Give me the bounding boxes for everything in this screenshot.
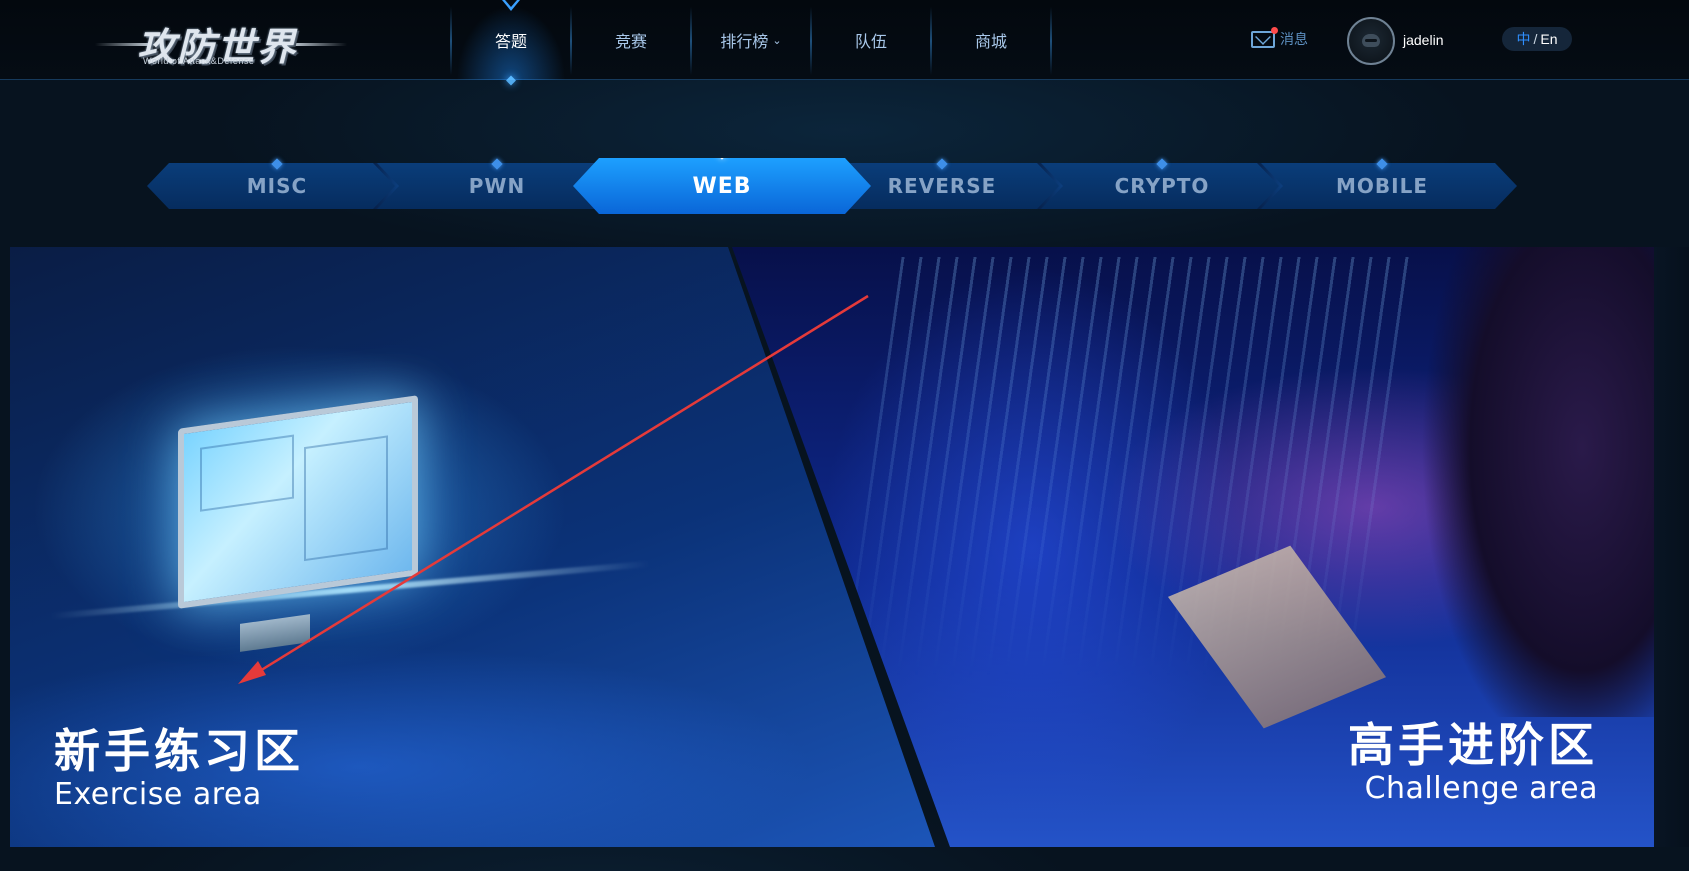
tab-web[interactable]: WEB — [573, 158, 871, 214]
nav-item-leaderboard[interactable]: 排行榜 ⌄ — [692, 0, 810, 80]
tab-mobile[interactable]: MOBILE — [1272, 158, 1492, 209]
messages-link[interactable]: 消息 — [1251, 26, 1308, 49]
nav-item-label: 竞赛 — [614, 34, 647, 51]
user-menu[interactable]: jadelin — [1347, 17, 1443, 65]
site-logo[interactable]: 攻防世界 World of Attack&Defense — [95, 14, 347, 70]
lang-zh-option[interactable]: 中 — [1516, 29, 1530, 49]
tab-diamond-icon — [491, 158, 503, 170]
tab-misc[interactable]: MISC — [167, 158, 387, 209]
top-navigation-bar: 攻防世界 World of Attack&Defense 答题 竞赛 排行榜 ⌄… — [0, 0, 1689, 86]
lang-separator: / — [1533, 31, 1538, 47]
nav-item-label: 队伍 — [854, 34, 887, 51]
tab-diamond-icon — [936, 158, 948, 170]
tab-crypto[interactable]: CRYPTO — [1052, 158, 1272, 209]
language-switcher[interactable]: 中 / En — [1502, 27, 1572, 51]
nav-item-label: 排行榜 — [720, 34, 769, 51]
ninja-face-icon — [1362, 34, 1380, 47]
tab-label: PWN — [468, 174, 526, 198]
challenge-area-title-en: Challenge area — [1364, 771, 1598, 806]
tab-label: MOBILE — [1336, 174, 1428, 198]
mail-icon — [1251, 26, 1278, 48]
tab-label: REVERSE — [887, 174, 997, 198]
messages-label: 消息 — [1280, 31, 1308, 47]
avatar-icon[interactable] — [1347, 17, 1395, 65]
logo-wing-right — [289, 43, 347, 46]
nav-item-label: 商城 — [974, 34, 1007, 51]
challenge-area-title-cn: 高手进阶区 — [1348, 718, 1598, 772]
nav-item-team[interactable]: 队伍 — [812, 0, 930, 80]
hooded-hacker-illustration — [1422, 247, 1654, 717]
tab-label: CRYPTO — [1114, 174, 1210, 198]
tab-label: WEB — [692, 173, 752, 199]
nav-item-competition[interactable]: 竞赛 — [572, 0, 690, 80]
nav-item-answer[interactable]: 答题 — [452, 0, 570, 86]
nav-item-label: 答题 — [494, 34, 527, 51]
nav-item-shop[interactable]: 商城 — [932, 0, 1050, 80]
active-nav-marker-icon — [502, 0, 520, 11]
tab-reverse[interactable]: REVERSE — [832, 158, 1052, 209]
area-panels: 新手练习区 Exercise area 高手进阶区 Challenge area — [10, 247, 1654, 847]
right-edge-strip — [1654, 247, 1689, 847]
chevron-down-icon: ⌄ — [772, 34, 782, 47]
main-nav: 答题 竞赛 排行榜 ⌄ 队伍 商城 — [450, 0, 1052, 86]
exercise-area-title-cn: 新手练习区 — [54, 724, 304, 778]
category-tabs: MISC PWN WEB REVERSE CRYPTO MOBILE — [147, 158, 1517, 214]
tab-diamond-icon — [271, 158, 283, 170]
computer-monitor-illustration — [178, 395, 418, 609]
lang-en-option[interactable]: En — [1540, 31, 1557, 47]
tab-diamond-icon — [1156, 158, 1168, 170]
nav-separator — [1050, 7, 1052, 75]
tab-diamond-icon — [1376, 158, 1388, 170]
unread-dot-icon — [1271, 26, 1278, 34]
logo-title-en: World of Attack&Defense — [143, 56, 255, 66]
tab-label: MISC — [246, 174, 308, 198]
username: jadelin — [1403, 32, 1444, 48]
monitor-stand-illustration — [240, 614, 310, 652]
exercise-area-title-en: Exercise area — [54, 777, 262, 812]
